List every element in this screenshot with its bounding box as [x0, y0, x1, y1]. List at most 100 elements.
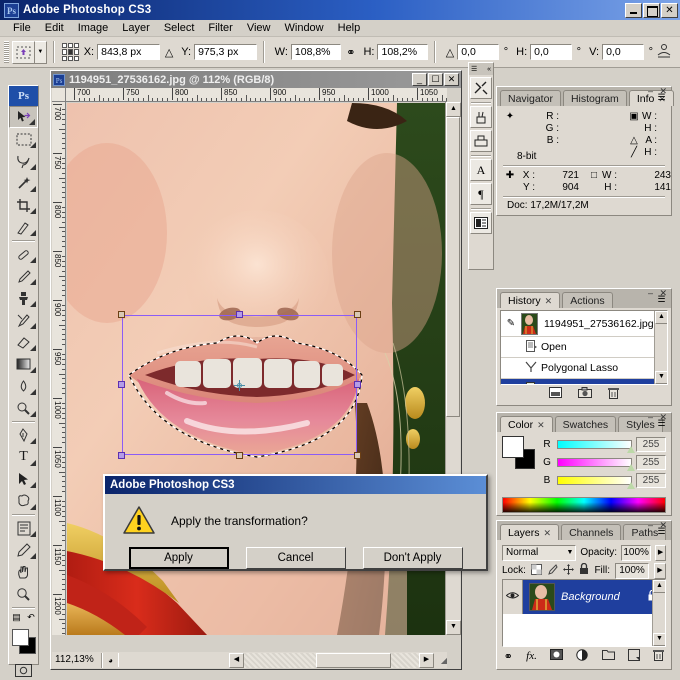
opacity-input[interactable]: 100%: [621, 545, 651, 561]
delete-layer-icon[interactable]: [653, 649, 664, 664]
layer-comps-icon[interactable]: [470, 212, 492, 234]
eyedropper-tool[interactable]: [9, 539, 38, 561]
dodge-tool[interactable]: [9, 397, 38, 419]
scroll-right-button[interactable]: ▶: [419, 653, 434, 668]
vertical-scroll-thumb[interactable]: [446, 117, 460, 417]
tool-presets-icon[interactable]: [470, 77, 492, 99]
lock-position-icon[interactable]: [563, 564, 574, 578]
clone-source-icon[interactable]: [470, 130, 492, 152]
document-maximize-button[interactable]: ☐: [428, 73, 443, 86]
transform-handle-bottom-left[interactable]: [118, 452, 125, 459]
transform-handle-top-center[interactable]: [236, 311, 243, 318]
document-titlebar[interactable]: Ps 1194951_27536162.jpg @ 112% (RGB/8) _…: [51, 71, 461, 88]
warp-mode-icon[interactable]: [656, 43, 672, 62]
brushes-icon[interactable]: [470, 106, 492, 128]
tab-histogram[interactable]: Histogram: [563, 90, 627, 106]
options-bar-gripper[interactable]: [4, 41, 9, 63]
menu-file[interactable]: File: [6, 21, 38, 35]
layer-list[interactable]: Background ▲ ▼: [502, 579, 666, 647]
layers-panel-menu-icon[interactable]: ☰: [655, 526, 668, 538]
history-panel-menu-icon[interactable]: ☰: [655, 294, 668, 306]
new-snapshot-icon[interactable]: [578, 387, 592, 401]
new-document-from-state-icon[interactable]: [549, 387, 562, 401]
opacity-stepper[interactable]: ▶: [655, 545, 666, 561]
info-panel-menu-icon[interactable]: ☰: [655, 92, 668, 104]
scroll-left-button[interactable]: ◀: [229, 653, 244, 668]
history-scrollbar[interactable]: ▲ ▼: [654, 311, 667, 384]
rectangular-marquee-tool[interactable]: [9, 128, 38, 150]
color-spectrum-ramp[interactable]: [502, 497, 666, 513]
color-value-r[interactable]: 255: [636, 437, 666, 452]
zoom-level-input[interactable]: 112,13%: [52, 653, 102, 668]
tab-color-close-icon[interactable]: ✕: [537, 420, 545, 430]
menu-select[interactable]: Select: [157, 21, 202, 35]
history-brush-tool[interactable]: [9, 309, 38, 331]
history-state-polygonal-lasso[interactable]: Polygonal Lasso: [501, 358, 667, 379]
delta-link-icon[interactable]: △: [165, 46, 173, 59]
menu-layer[interactable]: Layer: [115, 21, 157, 35]
move-tool-icon[interactable]: [12, 41, 34, 64]
status-preview-icon[interactable]: ◕: [102, 653, 118, 668]
new-group-icon[interactable]: [602, 649, 615, 663]
layer-name[interactable]: Background: [561, 591, 648, 603]
info-panel-minimize-icon[interactable]: –: [648, 86, 653, 96]
rotate-input[interactable]: 0,0: [457, 44, 499, 60]
scroll-up-button[interactable]: ▲: [446, 102, 461, 117]
slice-tool[interactable]: [9, 216, 38, 238]
document-horizontal-scrollbar[interactable]: ◀ ▶ ◢: [229, 652, 447, 668]
skew-h-input[interactable]: 0,0: [530, 44, 572, 60]
dont-apply-button[interactable]: Don't Apply: [363, 547, 463, 569]
magic-wand-tool[interactable]: [9, 172, 38, 194]
tab-actions[interactable]: Actions: [562, 292, 612, 308]
lock-all-icon[interactable]: [579, 563, 589, 578]
history-scroll-up[interactable]: ▲: [655, 311, 668, 324]
horizontal-ruler[interactable]: 70075080085090095010001050: [66, 88, 447, 102]
h-input[interactable]: 108,2%: [377, 44, 427, 60]
brush-tool[interactable]: [9, 265, 38, 287]
resize-grip[interactable]: ◢: [434, 653, 447, 668]
history-state-list[interactable]: ✎ 1194951_27536162.jpg Open: [500, 310, 668, 385]
lasso-tool[interactable]: [9, 150, 38, 172]
hand-tool[interactable]: [9, 561, 38, 583]
minimize-button[interactable]: [625, 3, 642, 18]
x-input[interactable]: 843,8 px: [97, 44, 160, 60]
reference-point-grid[interactable]: [62, 43, 79, 62]
link-wh-icon[interactable]: ⚭: [346, 46, 355, 59]
document-close-button[interactable]: ✕: [444, 73, 459, 86]
menu-image[interactable]: Image: [71, 21, 116, 35]
history-snapshot-toggle-feather[interactable]: ◉: [501, 384, 521, 386]
layer-mask-icon[interactable]: [550, 649, 563, 663]
swap-colors-icon[interactable]: ↶: [27, 612, 35, 623]
color-panel-menu-icon[interactable]: ☰: [655, 418, 668, 430]
scroll-down-button[interactable]: ▼: [446, 620, 461, 635]
path-selection-tool[interactable]: [9, 468, 38, 490]
notes-tool[interactable]: [9, 517, 38, 539]
zoom-tool[interactable]: [9, 583, 38, 605]
apply-button[interactable]: Apply: [129, 547, 229, 569]
cancel-button[interactable]: Cancel: [246, 547, 346, 569]
color-slider-thumb-g[interactable]: [627, 464, 635, 471]
transform-handle-middle-left[interactable]: [118, 381, 125, 388]
clone-stamp-tool[interactable]: [9, 287, 38, 309]
color-slider-g[interactable]: [557, 458, 632, 467]
color-panel-foreground-swatch[interactable]: [502, 436, 524, 458]
eraser-tool[interactable]: [9, 331, 38, 353]
layer-visibility-icon[interactable]: [503, 580, 523, 614]
custom-shape-tool[interactable]: [9, 490, 38, 512]
maximize-button[interactable]: [643, 3, 660, 18]
tab-layers-close-icon[interactable]: ✕: [544, 528, 552, 538]
color-value-g[interactable]: 255: [636, 455, 666, 470]
color-panel-minimize-icon[interactable]: –: [648, 412, 653, 422]
tab-swatches[interactable]: Swatches: [555, 416, 617, 432]
lock-transparent-pixels-icon[interactable]: [531, 564, 542, 578]
history-snapshot-row[interactable]: ✎ 1194951_27536162.jpg: [501, 311, 667, 337]
color-slider-b[interactable]: [557, 476, 632, 485]
snapshot-source-icon[interactable]: ✎: [501, 318, 521, 329]
w-input[interactable]: 108,8%: [291, 44, 341, 60]
color-slider-thumb-r[interactable]: [627, 446, 635, 453]
layers-scrollbar[interactable]: ▲ ▼: [652, 580, 665, 646]
healing-brush-tool[interactable]: [9, 243, 38, 265]
close-button[interactable]: ✕: [661, 3, 678, 18]
color-value-b[interactable]: 255: [636, 473, 666, 488]
skew-v-input[interactable]: 0,0: [602, 44, 644, 60]
